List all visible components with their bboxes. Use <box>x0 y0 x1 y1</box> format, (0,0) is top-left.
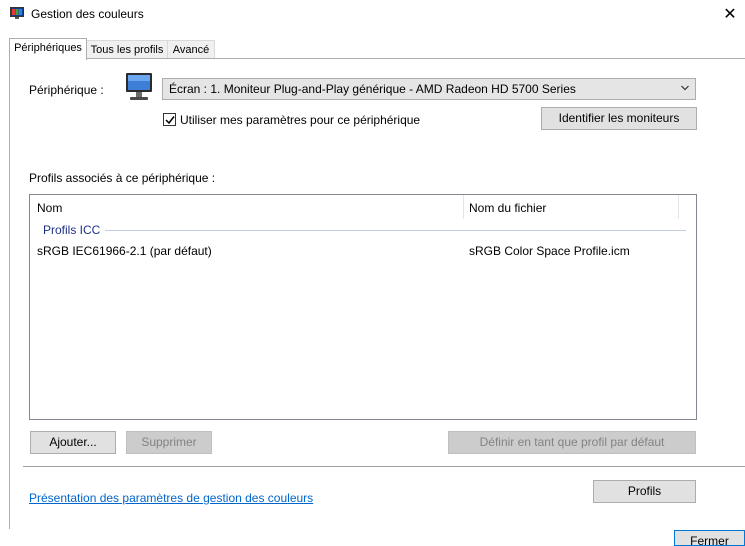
color-management-icon <box>10 7 24 19</box>
tab-tous-les-profils[interactable]: Tous les profils <box>86 40 168 59</box>
close-button[interactable]: Fermer <box>674 530 745 546</box>
device-dropdown-value: Écran : 1. Moniteur Plug-and-Play généri… <box>169 82 576 96</box>
profile-row-name[interactable]: sRGB IEC61966-2.1 (par défaut) <box>37 244 212 258</box>
remove-profile-button[interactable]: Supprimer <box>126 431 212 454</box>
checkmark-icon <box>165 116 175 125</box>
profiles-button[interactable]: Profils <box>593 480 696 503</box>
use-settings-checkbox[interactable] <box>163 113 176 126</box>
column-header-filename[interactable]: Nom du fichier <box>469 201 546 215</box>
title-bar: Gestion des couleurs ✕ <box>0 0 745 30</box>
device-label: Périphérique : <box>29 83 104 97</box>
window-title: Gestion des couleurs <box>31 7 144 21</box>
profiles-list[interactable]: Nom Nom du fichier Profils ICC sRGB IEC6… <box>29 194 697 420</box>
color-management-overview-link[interactable]: Présentation des paramètres de gestion d… <box>29 491 313 505</box>
tab-avance[interactable]: Avancé <box>167 40 215 59</box>
column-divider[interactable] <box>678 195 679 219</box>
monitor-icon <box>126 73 152 100</box>
group-divider <box>105 230 686 231</box>
identify-monitors-button[interactable]: Identifier les moniteurs <box>541 107 697 130</box>
device-dropdown[interactable]: Écran : 1. Moniteur Plug-and-Play généri… <box>162 78 696 100</box>
group-header-icc[interactable]: Profils ICC <box>43 223 100 237</box>
close-window-button[interactable]: ✕ <box>715 0 745 30</box>
profile-row-file[interactable]: sRGB Color Space Profile.icm <box>469 244 630 258</box>
use-settings-label[interactable]: Utiliser mes paramètres pour ce périphér… <box>180 113 420 127</box>
divider <box>23 466 745 467</box>
add-profile-button[interactable]: Ajouter... <box>30 431 116 454</box>
profiles-section-label: Profils associés à ce périphérique : <box>29 171 216 185</box>
tab-peripheriques[interactable]: Périphériques <box>9 38 87 60</box>
set-default-profile-button[interactable]: Définir en tant que profil par défaut <box>448 431 696 454</box>
column-header-name[interactable]: Nom <box>37 201 62 215</box>
chevron-down-icon <box>681 85 689 91</box>
column-divider[interactable] <box>463 195 464 219</box>
